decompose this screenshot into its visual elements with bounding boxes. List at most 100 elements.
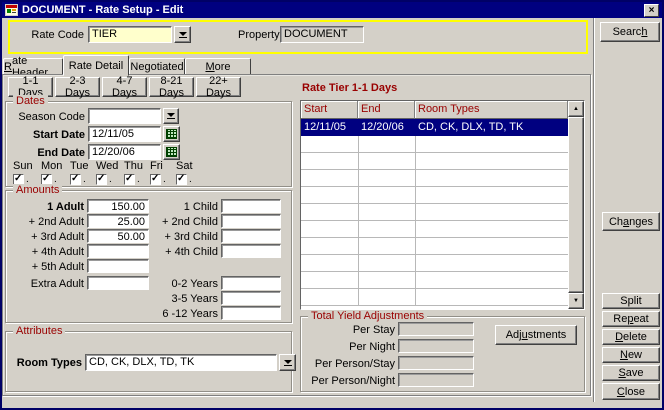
adult-5-input[interactable] (87, 259, 149, 273)
room-types-dropdown-icon[interactable] (279, 354, 296, 371)
grid-empty-row[interactable] (301, 170, 568, 187)
sat-checkbox[interactable] (176, 174, 187, 185)
yield-legend: Total Yield Adjustments (308, 310, 427, 322)
adult-5-label: + 5th Adult (14, 261, 84, 273)
per-person-stay-label: Per Person/Stay (303, 358, 395, 370)
years-0-2-label: 0-2 Years (148, 278, 218, 290)
rate-code-dropdown-icon[interactable] (174, 26, 191, 43)
search-button[interactable]: Search (600, 22, 660, 42)
child-2-label: + 2nd Child (148, 216, 218, 228)
fri-checkbox[interactable] (150, 174, 161, 185)
property-label: Property (238, 29, 276, 41)
subtab-1-1-days[interactable]: 1-1 Days (8, 77, 53, 97)
attributes-legend: Attributes (13, 325, 65, 337)
dot: . (137, 174, 140, 185)
years-3-5-input[interactable] (221, 291, 281, 305)
rate-code-label: Rate Code (20, 29, 84, 41)
grid-header-end[interactable]: End (358, 101, 415, 119)
scroll-up-icon[interactable]: ▲ (568, 101, 584, 117)
dates-legend: Dates (13, 95, 48, 107)
per-person-stay-field (398, 356, 474, 370)
amounts-legend: Amounts (13, 184, 62, 196)
grid-empty-row[interactable] (301, 272, 568, 289)
grid-header-start[interactable]: Start (301, 101, 358, 119)
scroll-down-icon[interactable]: ▼ (568, 293, 584, 309)
adult-4-label: + 4th Adult (14, 246, 84, 258)
adult-4-input[interactable] (87, 244, 149, 258)
tab-negotiated[interactable]: Negotiated (129, 58, 185, 75)
season-code-input[interactable] (88, 108, 161, 124)
adult-2-input[interactable]: 25.00 (87, 214, 149, 228)
grid-header-room-types[interactable]: Room Types (415, 101, 568, 119)
grid-empty-row[interactable] (301, 289, 568, 306)
grid-empty-row[interactable] (301, 204, 568, 221)
save-button[interactable]: Save (602, 365, 660, 381)
per-person-night-field (398, 373, 474, 387)
subtab-22plus-days[interactable]: 22+ Days (196, 77, 241, 97)
end-date-input[interactable]: 12/20/06 (88, 144, 161, 160)
close-button[interactable]: Close (602, 383, 660, 400)
changes-button[interactable]: Changes (602, 212, 660, 231)
weekday-labels-row: Sun Mon Tue Wed Thu Fri Sat (13, 160, 213, 172)
repeat-button[interactable]: Repeat (602, 311, 660, 327)
room-types-input[interactable]: CD, CK, DLX, TD, TK (85, 354, 277, 371)
title-bar[interactable]: DOCUMENT - Rate Setup - Edit × (2, 2, 662, 18)
grid-empty-row[interactable] (301, 221, 568, 238)
sat-label: Sat (176, 160, 202, 172)
grid-empty-row[interactable] (301, 187, 568, 204)
per-night-label: Per Night (303, 341, 395, 353)
start-date-calendar-icon[interactable] (163, 126, 180, 142)
new-button[interactable]: New (602, 347, 660, 363)
scroll-thumb[interactable] (568, 117, 584, 293)
adult-1-label: 1 Adult (14, 201, 84, 213)
child-2-input[interactable] (221, 214, 281, 228)
tab-more[interactable]: More (185, 58, 251, 75)
window-title: DOCUMENT - Rate Setup - Edit (22, 4, 183, 16)
tab-rate-header[interactable]: Rate Header (3, 58, 63, 75)
tab-rate-detail[interactable]: Rate Detail (63, 55, 129, 76)
per-stay-field (398, 322, 474, 336)
property-field: DOCUMENT (280, 26, 364, 43)
subtab-4-7-days[interactable]: 4-7 Days (102, 77, 147, 97)
grid-scrollbar[interactable]: ▲ ▼ (568, 101, 584, 309)
extra-adult-input[interactable] (87, 276, 149, 290)
season-code-dropdown-icon[interactable] (163, 108, 179, 124)
years-6-12-input[interactable] (221, 306, 281, 320)
child-3-input[interactable] (221, 229, 281, 243)
grid-empty-row[interactable] (301, 153, 568, 170)
mon-checkbox[interactable] (41, 174, 52, 185)
years-0-2-input[interactable] (221, 276, 281, 290)
subtab-2-3-days[interactable]: 2-3 Days (55, 77, 100, 97)
delete-button[interactable]: Delete (602, 329, 660, 345)
tue-checkbox[interactable] (70, 174, 81, 185)
dot: . (189, 174, 192, 185)
wed-checkbox[interactable] (96, 174, 107, 185)
extra-adult-label: Extra Adult (14, 278, 84, 290)
adult-1-input[interactable]: 150.00 (87, 199, 149, 213)
rate-code-input[interactable]: TIER (88, 26, 172, 43)
grid-row-selected[interactable]: 12/11/05 12/20/06 CD, CK, DLX, TD, TK (301, 119, 568, 136)
adult-2-label: + 2nd Adult (14, 216, 84, 228)
subtab-8-21-days[interactable]: 8-21 Days (149, 77, 194, 97)
per-night-field (398, 339, 474, 353)
child-4-input[interactable] (221, 244, 281, 258)
years-6-12-label: 6 -12 Years (148, 308, 218, 320)
dot: . (83, 174, 86, 185)
sun-checkbox[interactable] (13, 174, 24, 185)
child-1-input[interactable] (221, 199, 281, 213)
per-person-night-label: Per Person/Night (303, 375, 395, 387)
thu-checkbox[interactable] (124, 174, 135, 185)
grid-empty-row[interactable] (301, 136, 568, 153)
years-3-5-label: 3-5 Years (148, 293, 218, 305)
start-date-input[interactable]: 12/11/05 (88, 126, 161, 142)
app-icon (5, 4, 18, 16)
close-icon[interactable]: × (644, 4, 659, 17)
end-date-calendar-icon[interactable] (163, 144, 180, 160)
split-button[interactable]: Split (602, 293, 660, 309)
adjustments-button[interactable]: Adjustments (495, 325, 577, 345)
cell-room-types: CD, CK, DLX, TD, TK (415, 119, 568, 135)
grid-empty-row[interactable] (301, 255, 568, 272)
fri-label: Fri (150, 160, 176, 172)
adult-3-input[interactable]: 50.00 (87, 229, 149, 243)
grid-empty-row[interactable] (301, 238, 568, 255)
